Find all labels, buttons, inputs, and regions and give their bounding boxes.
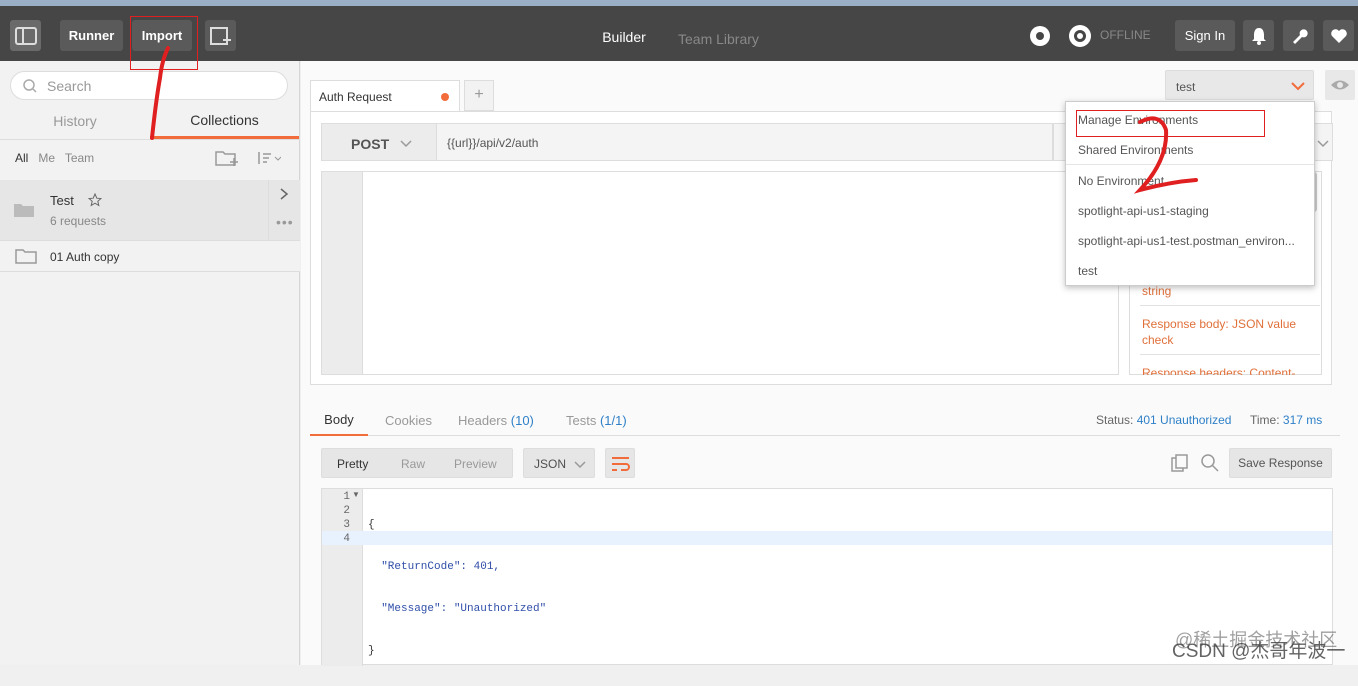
watermark: CSDN @杰哥年波一 <box>1172 641 1346 662</box>
annotation-stroke-1 <box>150 46 170 140</box>
annotation-stroke-2 <box>1133 116 1198 194</box>
annotation-strokes <box>150 46 1198 194</box>
